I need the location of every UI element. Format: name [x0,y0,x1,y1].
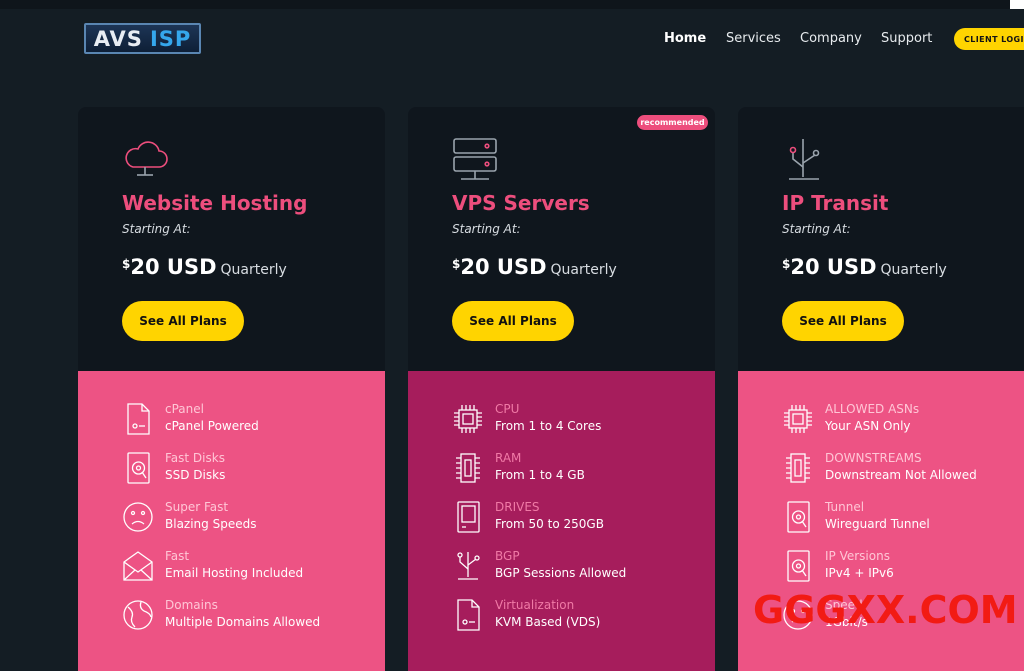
price-currency: $ [122,257,131,271]
plan-title: Website Hosting [122,191,308,215]
feature-value: Your ASN Only [825,419,911,433]
server-icon [451,137,499,187]
ram-icon [452,451,484,485]
feature-value: Blazing Speeds [165,517,257,531]
feature-item: Tunnel Wireguard Tunnel [782,500,1024,540]
feature-label: CPU [495,402,520,416]
disk-icon [782,549,814,583]
feature-value: IPv4 + IPv6 [825,566,894,580]
cpu-icon [452,402,484,436]
price-amount: 20 USD [130,255,217,279]
nav-item-support[interactable]: Support [881,31,932,46]
feature-value: Multiple Domains Allowed [165,615,321,629]
disk-icon [122,451,154,485]
feature-label: Super Fast [165,500,229,514]
feature-value: Email Hosting Included [165,566,304,580]
envelope-icon [122,549,154,583]
price-currency: $ [452,257,461,271]
feature-item: Super Fast Blazing Speeds [122,500,382,540]
plan-price: $20 USD Quarterly [122,255,287,279]
feature-item: Fast Disks SSD Disks [122,451,382,491]
feature-label: Tunnel [825,500,865,514]
feature-item: Domains Multiple Domains Allowed [122,598,382,638]
feature-label: cPanel [165,402,204,416]
feature-value: Downstream Not Allowed [825,468,977,482]
feature-value: From 1 to 4 GB [495,468,585,482]
top-bar-corner [1010,0,1024,9]
cpu-icon [782,402,814,436]
nav-item-home[interactable]: Home [664,31,706,46]
price-currency: $ [782,257,791,271]
feature-label: Domains [165,598,218,612]
see-all-plans-button[interactable]: See All Plans [122,301,244,341]
plan-price: $20 USD Quarterly [782,255,947,279]
feature-label: ALLOWED ASNs [825,402,920,416]
feature-label: Fast [165,549,190,563]
feature-label: BGP [495,549,520,563]
feature-value: cPanel Powered [165,419,259,433]
feature-label: IP Versions [825,549,890,563]
feature-value: Wireguard Tunnel [825,517,930,531]
watermark-text: GGGXX.COM [753,588,1018,632]
starting-at-label: Starting At: [452,222,521,236]
starting-at-label: Starting At: [782,222,851,236]
plan-card-ip-transit: IP Transit Starting At: $20 USD Quarterly… [738,107,1024,671]
feature-label: DRIVES [495,500,540,514]
feature-item: CPU From 1 to 4 Cores [452,402,712,442]
price-period: Quarterly [550,262,617,278]
network-icon [452,549,484,583]
feature-item: Fast Email Hosting Included [122,549,382,589]
feature-item: Virtualization KVM Based (VDS) [452,598,712,638]
price-period: Quarterly [880,262,947,278]
price-period: Quarterly [220,262,287,278]
brand-logo-part2: ISP [149,26,192,51]
starting-at-label: Starting At: [122,222,191,236]
nav-item-company[interactable]: Company [800,31,862,46]
document-icon [452,598,484,632]
globe-icon [122,598,154,632]
plan-title: VPS Servers [452,191,590,215]
document-icon [122,402,154,436]
feature-label: DOWNSTREAMS [825,451,922,465]
feature-label: RAM [495,451,522,465]
plan-price: $20 USD Quarterly [452,255,617,279]
plan-title: IP Transit [782,191,889,215]
client-login-button[interactable]: CLIENT LOGIN [954,28,1024,50]
feature-value: From 1 to 4 Cores [495,419,602,433]
feature-item: DOWNSTREAMS Downstream Not Allowed [782,451,1024,491]
price-amount: 20 USD [460,255,547,279]
top-bar [0,0,1024,9]
feature-value: SSD Disks [165,468,226,482]
disk-icon [782,500,814,534]
see-all-plans-button[interactable]: See All Plans [452,301,574,341]
see-all-plans-button[interactable]: See All Plans [782,301,904,341]
feature-item: IP Versions IPv4 + IPv6 [782,549,1024,589]
feature-value: BGP Sessions Allowed [495,566,627,580]
drive-icon [452,500,484,534]
feature-label: Fast Disks [165,451,225,465]
feature-item: DRIVES From 50 to 250GB [452,500,712,540]
ram-icon [782,451,814,485]
feature-item: ALLOWED ASNs Your ASN Only [782,402,1024,442]
recommended-badge: recommended [637,115,708,130]
feature-item: cPanel cPanel Powered [122,402,382,442]
feature-value: KVM Based (VDS) [495,615,601,629]
feature-value: From 50 to 250GB [495,517,604,531]
network-icon [781,137,829,187]
plan-card-website-hosting: Website Hosting Starting At: $20 USD Quar… [78,107,385,671]
feature-item: BGP BGP Sessions Allowed [452,549,712,589]
plan-card-vps-servers: recommended VPS Servers Starting At: $20… [408,107,715,671]
speed-face-icon [122,500,154,534]
price-amount: 20 USD [790,255,877,279]
feature-label: Virtualization [495,598,575,612]
feature-item: RAM From 1 to 4 GB [452,451,712,491]
nav-item-services[interactable]: Services [726,31,781,46]
cloud-icon [121,137,169,185]
brand-logo-part1: AVS [93,26,143,51]
brand-logo[interactable]: AVS ISP [84,23,201,54]
